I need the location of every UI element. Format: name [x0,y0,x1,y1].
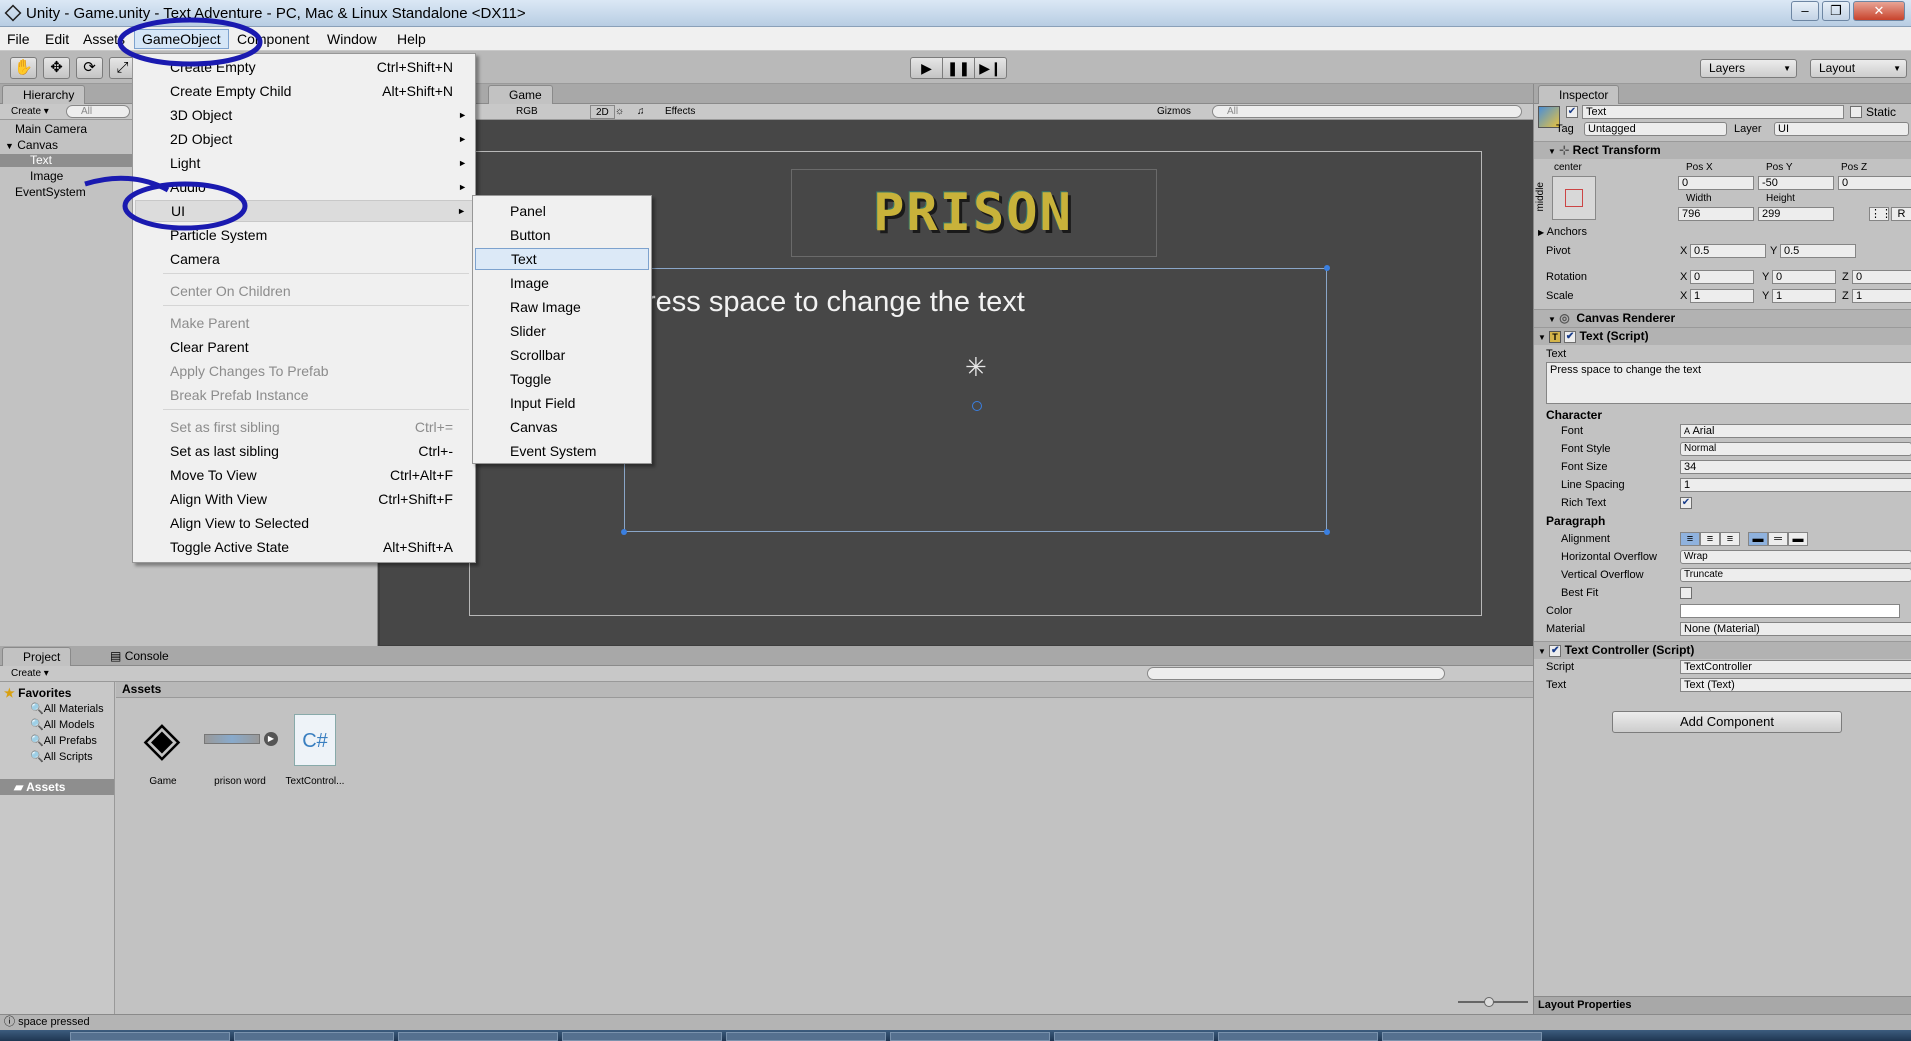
annotation-overlay [84,17,263,231]
highlight-circle [122,181,248,231]
highlight-circle [117,17,263,67]
